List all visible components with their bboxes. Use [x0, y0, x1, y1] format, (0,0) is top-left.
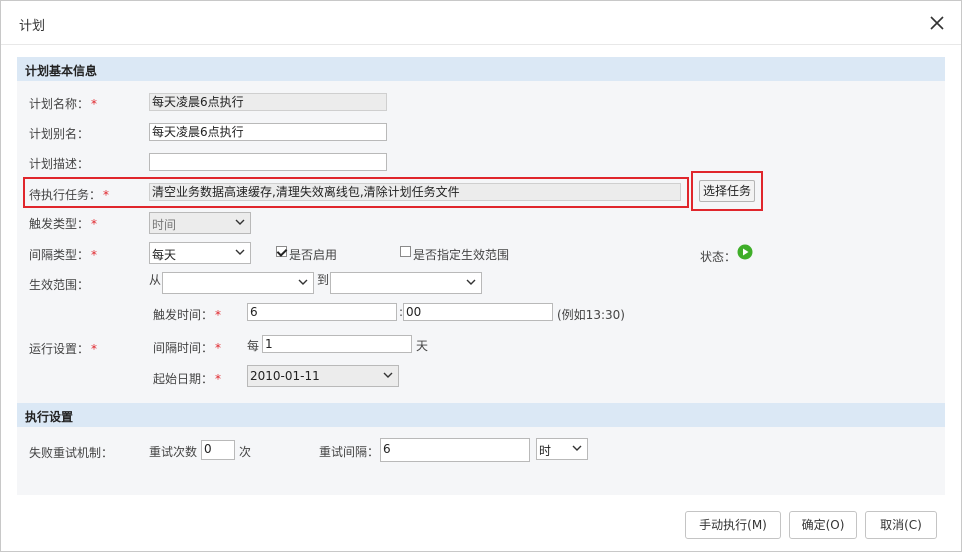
plan-desc-label: 计划描述： — [29, 157, 90, 171]
select-task-button[interactable]: 选择任务 — [699, 180, 755, 202]
manual-run-button[interactable]: 手动执行(M) — [685, 511, 781, 539]
cancel-button[interactable]: 取消(C) — [865, 511, 937, 539]
enabled-checkbox[interactable] — [276, 246, 287, 257]
trigger-time-label: 触发时间： * — [153, 308, 222, 322]
retry-count-label: 重试次数 — [149, 445, 198, 459]
interval-time-label: 间隔时间： * — [153, 341, 222, 355]
trigger-type-select: 时间 — [149, 212, 251, 234]
ok-button[interactable]: 确定(O) — [789, 511, 857, 539]
retry-count-input[interactable]: 0 — [201, 440, 235, 460]
retry-mechanism-label: 失败重试机制： — [29, 446, 114, 460]
plan-name-label: 计划名称： * — [29, 97, 98, 111]
interval-type-value: 每天 — [152, 248, 177, 262]
start-date-value: 2010-01-11 — [250, 369, 320, 383]
retry-interval-input[interactable]: 6 — [380, 438, 530, 462]
close-icon[interactable] — [927, 13, 947, 33]
plan-desc-input[interactable] — [149, 153, 387, 171]
effective-range-checkbox[interactable] — [400, 246, 411, 257]
chevron-down-icon — [465, 276, 477, 288]
retry-interval-label: 重试间隔： — [319, 445, 380, 459]
title-bar: 计划 — [1, 1, 961, 45]
retry-interval-unit-value: 时 — [539, 444, 552, 458]
interval-type-label: 间隔类型： * — [29, 248, 98, 262]
interval-days-input[interactable]: 1 — [262, 335, 412, 353]
range-to-select[interactable] — [330, 272, 482, 294]
start-date-picker[interactable]: 2010-01-11 — [247, 365, 399, 387]
from-label: 从 — [149, 273, 162, 287]
trigger-type-label: 触发类型： * — [29, 217, 98, 231]
section-exec-settings: 执行设置 — [17, 403, 945, 427]
trigger-hour-input[interactable]: 6 — [247, 303, 397, 321]
chevron-down-icon — [382, 369, 394, 381]
status-label: 状态： — [700, 250, 737, 264]
retry-interval-unit-select[interactable]: 时 — [536, 438, 588, 460]
enabled-label: 是否启用 — [289, 248, 338, 262]
chevron-down-icon — [234, 216, 246, 228]
run-settings-label: 运行设置： * — [29, 342, 98, 356]
section-basic-info: 计划基本信息 — [17, 57, 945, 81]
to-label: 到 — [317, 273, 330, 287]
every-label: 每 — [247, 339, 260, 353]
plan-dialog: 计划 计划基本信息 计划名称： * 每天凌晨6点执行 计划别名： 每天凌晨6点执行… — [0, 0, 962, 552]
plan-name-input: 每天凌晨6点执行 — [149, 93, 387, 111]
effective-range-label: 生效范围： — [29, 278, 90, 292]
play-status-icon — [737, 244, 753, 260]
pending-task-input: 清空业务数据高速缓存,清理失效离线包,清除计划任务文件 — [149, 183, 681, 201]
effective-range-checkbox-label: 是否指定生效范围 — [413, 248, 510, 262]
plan-alias-input[interactable]: 每天凌晨6点执行 — [149, 123, 387, 141]
dialog-title: 计划 — [19, 19, 46, 34]
start-date-label: 起始日期： * — [153, 372, 222, 386]
chevron-down-icon — [234, 246, 246, 258]
chevron-down-icon — [571, 442, 583, 454]
plan-alias-label: 计划别名： — [29, 127, 90, 141]
range-from-select[interactable] — [162, 272, 314, 294]
days-unit: 天 — [416, 339, 429, 353]
pending-task-label: 待执行任务： * — [29, 188, 110, 202]
time-example-hint: (例如13:30) — [557, 308, 625, 322]
retry-count-unit: 次 — [239, 445, 252, 459]
interval-type-select[interactable]: 每天 — [149, 242, 251, 264]
trigger-type-value: 时间 — [152, 218, 177, 232]
trigger-minute-input[interactable]: 00 — [403, 303, 553, 321]
form-panel: 计划基本信息 计划名称： * 每天凌晨6点执行 计划别名： 每天凌晨6点执行 计划… — [17, 57, 945, 495]
chevron-down-icon — [297, 276, 309, 288]
